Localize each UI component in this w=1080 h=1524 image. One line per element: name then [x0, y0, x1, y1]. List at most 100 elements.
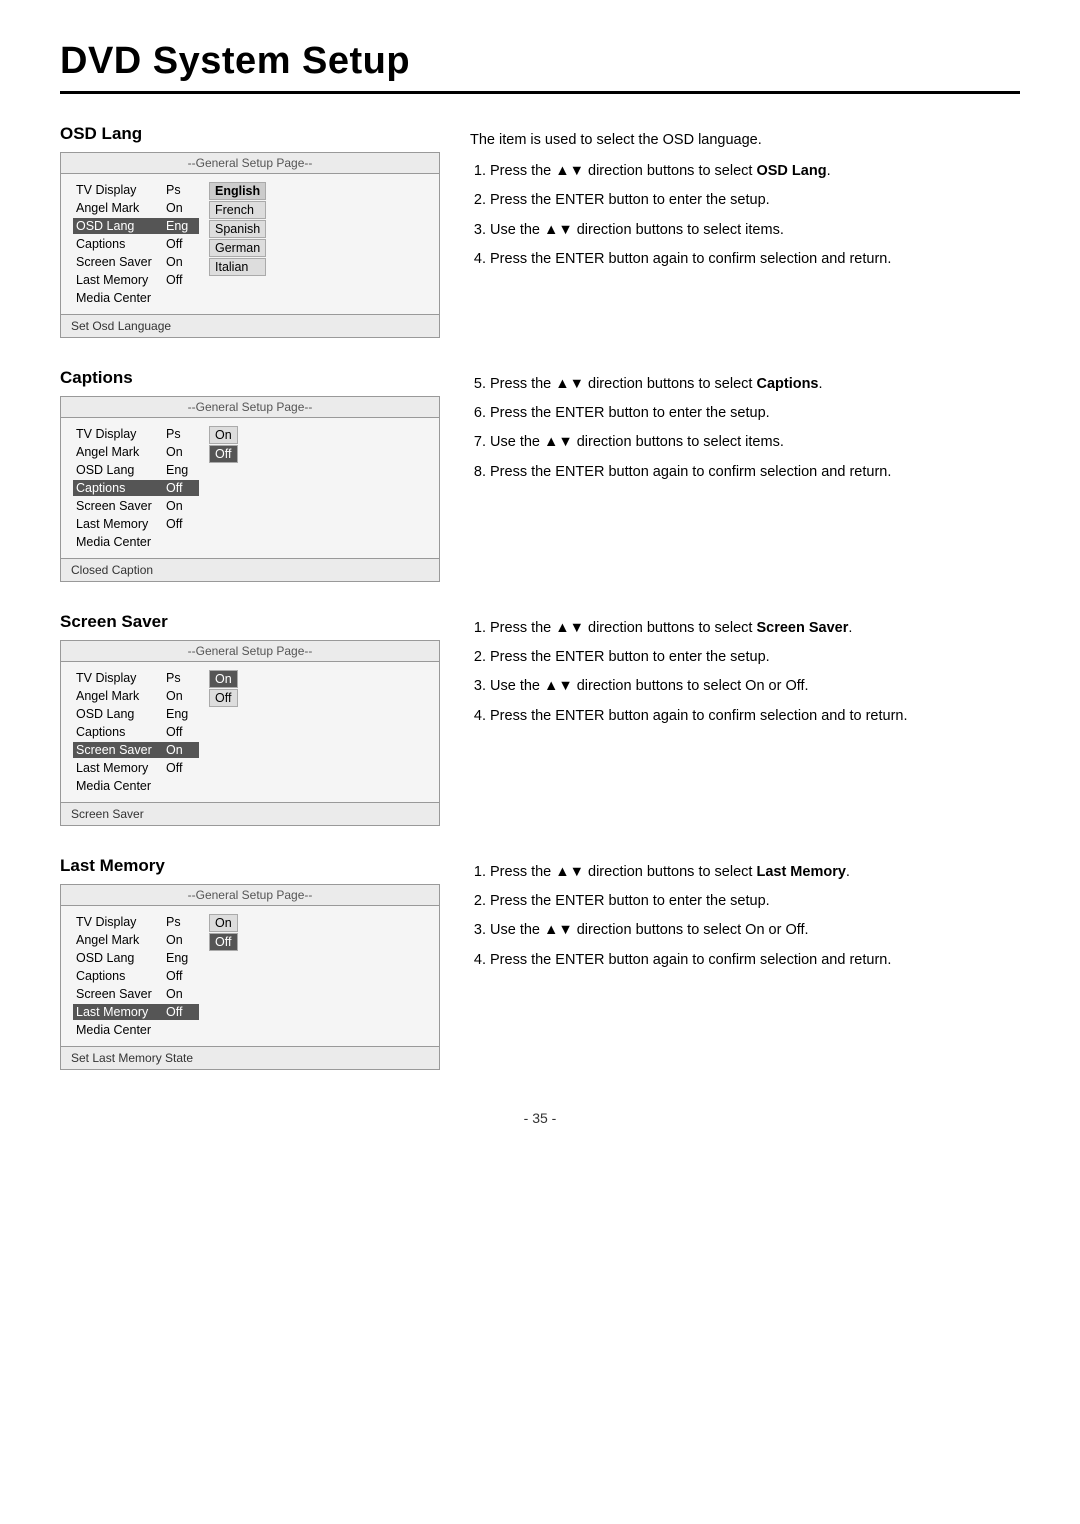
menu-item-name: Captions — [76, 725, 156, 739]
menu-item-last-memory-2: OSD LangEng — [73, 950, 199, 966]
menu-item-name: Media Center — [76, 291, 156, 305]
section-last-memory: Last Memory--General Setup Page--TV Disp… — [60, 856, 1020, 1070]
menu-item-name: TV Display — [76, 671, 156, 685]
right-col-last-memory: Press the ▲▼ direction buttons to select… — [470, 856, 1020, 1070]
instructions-list-captions: Press the ▲▼ direction buttons to select… — [470, 373, 1020, 484]
menu-item-screen-saver-1: Angel MarkOn — [73, 688, 199, 704]
menu-item-screen-saver-5: Last MemoryOff — [73, 760, 199, 776]
instruction-item-screen-saver-0: Press the ▲▼ direction buttons to select… — [490, 617, 1020, 640]
menu-item-name: OSD Lang — [76, 463, 156, 477]
menu-item-last-memory-3: CaptionsOff — [73, 968, 199, 984]
menu-item-name: Screen Saver — [76, 255, 156, 269]
menu-item-value: Eng — [166, 707, 196, 721]
sub-option-last-memory-1[interactable]: Off — [209, 933, 238, 951]
menu-item-value: Eng — [166, 463, 196, 477]
page-title: DVD System Setup — [60, 40, 1020, 94]
setup-box-body-captions: TV DisplayPsAngel MarkOnOSD LangEngCapti… — [61, 418, 439, 558]
menu-item-name: Screen Saver — [76, 743, 156, 757]
menu-item-osd-lang-2: OSD LangEng — [73, 218, 199, 234]
setup-box-footer-last-memory: Set Last Memory State — [61, 1046, 439, 1069]
menu-item-name: TV Display — [76, 915, 156, 929]
instructions-list-last-memory: Press the ▲▼ direction buttons to select… — [470, 861, 1020, 972]
setup-box-captions: --General Setup Page--TV DisplayPsAngel … — [60, 396, 440, 582]
menu-item-captions-4: Screen SaverOn — [73, 498, 199, 514]
menu-col-captions: TV DisplayPsAngel MarkOnOSD LangEngCapti… — [73, 426, 199, 550]
menu-item-value — [166, 535, 196, 549]
menu-item-screen-saver-0: TV Display Ps — [73, 670, 199, 686]
menu-item-name: Captions — [76, 237, 156, 251]
menu-item-osd-lang-5: Last MemoryOff — [73, 272, 199, 288]
menu-item-name: Angel Mark — [76, 201, 156, 215]
menu-item-value: On — [166, 445, 196, 459]
dropdown-option-osd-lang-0[interactable]: English — [209, 182, 266, 200]
sub-option-last-memory-0[interactable]: On — [209, 914, 238, 932]
instruction-item-osd-lang-2: Use the ▲▼ direction buttons to select i… — [490, 219, 1020, 242]
menu-item-name: Screen Saver — [76, 499, 156, 513]
menu-item-value: Ps — [166, 671, 196, 685]
menu-item-value: Off — [166, 1005, 196, 1019]
dropdown-option-osd-lang-1[interactable]: French — [209, 201, 266, 219]
menu-item-value — [166, 779, 196, 793]
intro-text-osd-lang: The item is used to select the OSD langu… — [470, 129, 1020, 152]
section-captions: Captions--General Setup Page--TV Display… — [60, 368, 1020, 582]
menu-item-last-memory-0: TV DisplayPs — [73, 914, 199, 930]
setup-box-header-osd-lang: --General Setup Page-- — [61, 153, 439, 174]
setup-box-header-screen-saver: --General Setup Page-- — [61, 641, 439, 662]
instruction-item-last-memory-1: Press the ENTER button to enter the setu… — [490, 890, 1020, 913]
setup-box-footer-screen-saver: Screen Saver — [61, 802, 439, 825]
menu-item-screen-saver-3: Captions Off — [73, 724, 199, 740]
menu-item-osd-lang-0: TV DisplayPs — [73, 182, 199, 198]
menu-item-screen-saver-2: OSD LangEng — [73, 706, 199, 722]
section-title-last-memory: Last Memory — [60, 856, 440, 876]
setup-box-screen-saver: --General Setup Page-- TV Display Ps Angel … — [60, 640, 440, 826]
menu-item-value: Ps — [166, 183, 196, 197]
setup-box-footer-osd-lang: Set Osd Language — [61, 314, 439, 337]
left-col-last-memory: Last Memory--General Setup Page--TV Disp… — [60, 856, 440, 1070]
section-title-screen-saver: Screen Saver — [60, 612, 440, 632]
menu-item-name: Last Memory — [76, 273, 156, 287]
sub-options-last-memory: OnOff — [209, 914, 238, 1038]
left-col-captions: Captions--General Setup Page--TV Display… — [60, 368, 440, 582]
instruction-item-captions-1: Press the ENTER button to enter the setu… — [490, 402, 1020, 425]
sub-option-captions-1[interactable]: Off — [209, 445, 238, 463]
menu-item-osd-lang-3: Captions Off — [73, 236, 199, 252]
menu-item-screen-saver-4: Screen Saver On — [73, 742, 199, 758]
menu-item-captions-2: OSD Lang Eng — [73, 462, 199, 478]
dropdown-option-osd-lang-2[interactable]: Spanish — [209, 220, 266, 238]
menu-item-name: Media Center — [76, 535, 156, 549]
setup-box-body-last-memory: TV DisplayPs Angel MarkOn OSD LangEng Capti… — [61, 906, 439, 1046]
menu-item-last-memory-1: Angel MarkOn — [73, 932, 199, 948]
menu-item-value: On — [166, 743, 196, 757]
menu-item-name: Angel Mark — [76, 689, 156, 703]
menu-item-value: Off — [166, 725, 196, 739]
menu-item-value: On — [166, 933, 196, 947]
section-osd-lang: OSD Lang--General Setup Page--TV Display… — [60, 124, 1020, 338]
menu-col-screen-saver: TV DisplayPsAngel MarkOnOSD LangEngCapti… — [73, 670, 199, 794]
setup-box-header-last-memory: --General Setup Page-- — [61, 885, 439, 906]
sub-option-screen-saver-1[interactable]: Off — [209, 689, 238, 707]
instruction-item-last-memory-0: Press the ▲▼ direction buttons to select… — [490, 861, 1020, 884]
menu-item-screen-saver-6: Media Center — [73, 778, 199, 794]
dropdown-option-osd-lang-3[interactable]: German — [209, 239, 266, 257]
menu-item-value: Off — [166, 761, 196, 775]
menu-item-name: OSD Lang — [76, 951, 156, 965]
sub-option-captions-0[interactable]: On — [209, 426, 238, 444]
sub-option-screen-saver-0[interactable]: On — [209, 670, 238, 688]
menu-item-name: Screen Saver — [76, 987, 156, 1001]
setup-box-header-captions: --General Setup Page-- — [61, 397, 439, 418]
menu-item-value: On — [166, 987, 196, 1001]
menu-item-captions-6: Media Center — [73, 534, 199, 550]
right-col-screen-saver: Press the ▲▼ direction buttons to select… — [470, 612, 1020, 826]
instruction-item-osd-lang-0: Press the ▲▼ direction buttons to select… — [490, 160, 1020, 183]
menu-item-value: Off — [166, 237, 196, 251]
section-screen-saver: Screen Saver --General Setup Page-- TV Dis… — [60, 612, 1020, 826]
menu-item-name: Last Memory — [76, 1005, 156, 1019]
dropdown-option-osd-lang-4[interactable]: Italian — [209, 258, 266, 276]
instruction-item-last-memory-2: Use the ▲▼ direction buttons to select O… — [490, 919, 1020, 942]
menu-item-value: Off — [166, 969, 196, 983]
menu-item-value: Off — [166, 517, 196, 531]
menu-item-osd-lang-6: Media Center — [73, 290, 199, 306]
menu-item-value — [166, 291, 196, 305]
menu-item-captions-0: TV DisplayPs — [73, 426, 199, 442]
menu-item-last-memory-4: Screen Saver On — [73, 986, 199, 1002]
